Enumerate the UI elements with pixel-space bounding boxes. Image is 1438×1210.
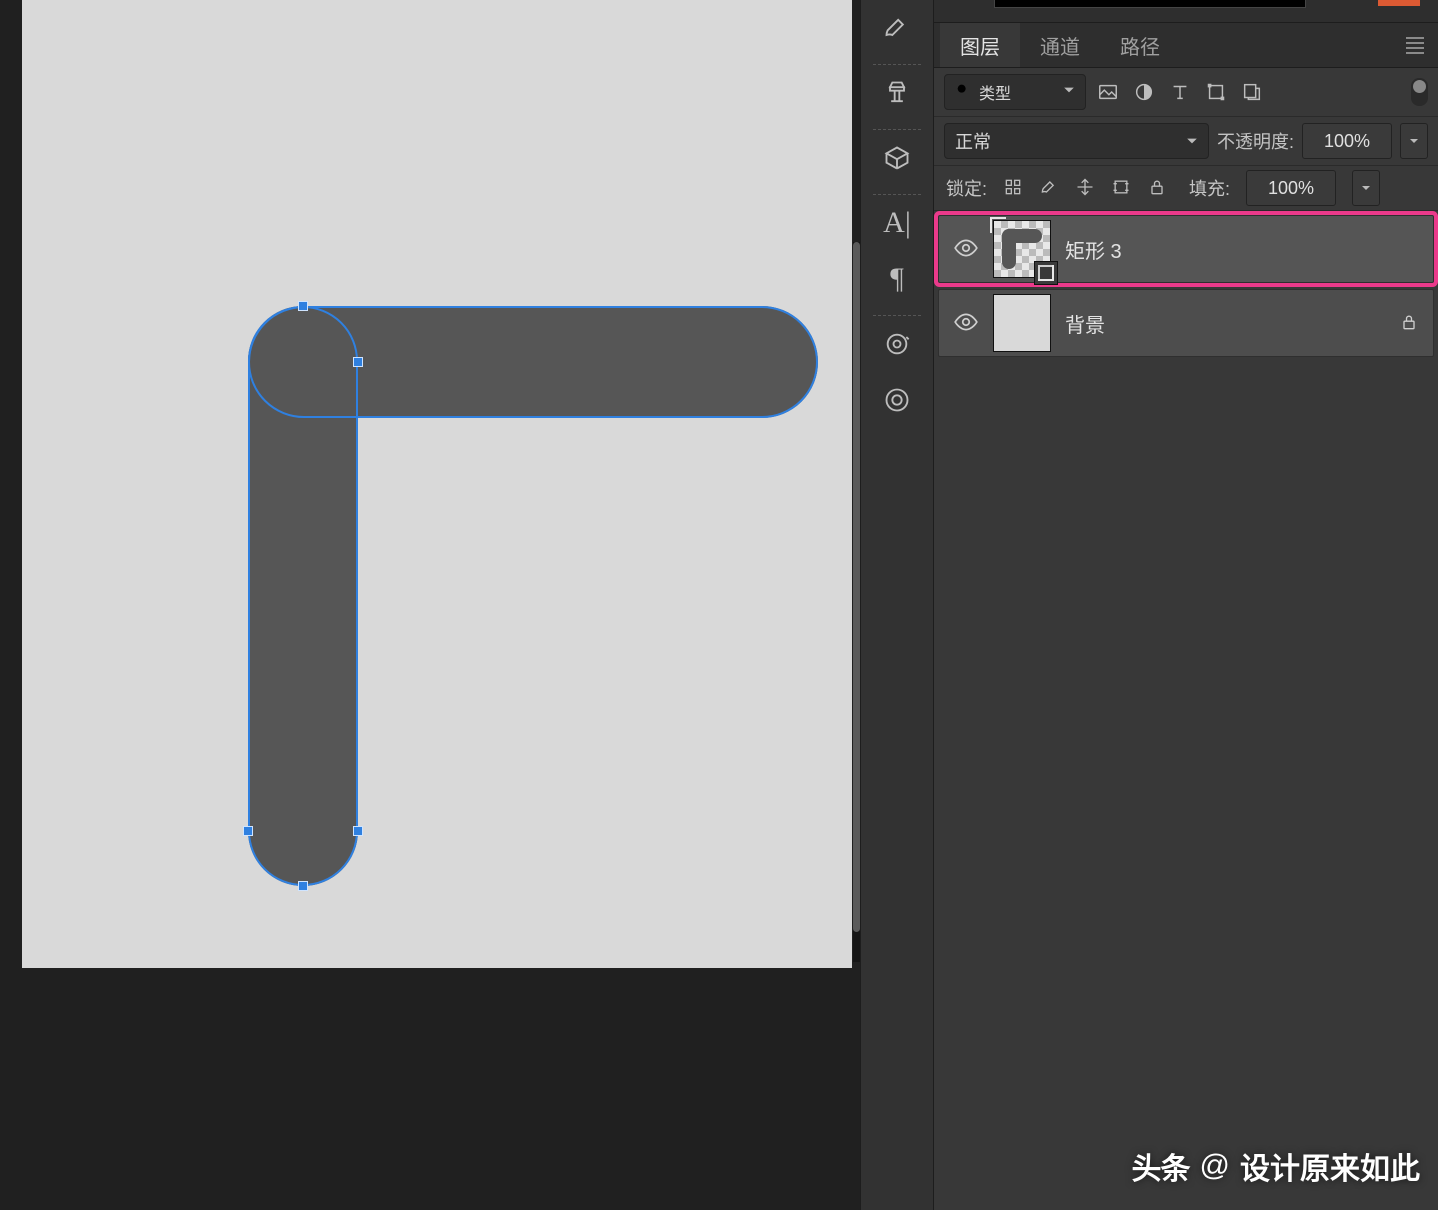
watermark-at: @ <box>1200 1149 1230 1183</box>
panel-menu-icon[interactable] <box>1402 33 1428 58</box>
anchor-handle[interactable] <box>353 826 363 836</box>
image-filter-icon[interactable] <box>1094 78 1122 106</box>
tab-layers[interactable]: 图层 <box>940 23 1020 67</box>
visibility-toggle-icon[interactable] <box>953 309 979 338</box>
watermark: 头条 @ 设计原来如此 <box>1132 1144 1420 1188</box>
opacity-input[interactable]: 100% <box>1302 123 1392 159</box>
filter-toggle[interactable] <box>1411 78 1428 106</box>
search-icon <box>955 82 971 103</box>
layer-thumbnail[interactable] <box>993 294 1051 352</box>
shape-filter-icon[interactable] <box>1202 78 1230 106</box>
adjust-filter-icon[interactable] <box>1130 78 1158 106</box>
tab-channels[interactable]: 通道 <box>1020 23 1100 67</box>
canvas-scrollbar-vertical[interactable] <box>853 242 860 962</box>
chevron-down-icon <box>1186 131 1198 152</box>
blend-mode-dropdown[interactable]: 正常 <box>944 123 1209 159</box>
anchor-handle[interactable] <box>243 826 253 836</box>
lock-label: 锁定: <box>946 175 987 201</box>
canvas[interactable] <box>22 0 852 968</box>
type-filter-icon[interactable] <box>1166 78 1194 106</box>
dock-paragraph-icon[interactable]: ¶ <box>861 251 933 307</box>
lock-all-icon[interactable] <box>1147 177 1167 200</box>
dock-target-icon[interactable] <box>861 316 933 372</box>
layer-name[interactable]: 矩形 3 <box>1065 235 1122 264</box>
lock-position-icon[interactable] <box>1075 177 1095 200</box>
shape-layer-badge-icon <box>1034 261 1058 285</box>
document-area <box>0 0 860 1210</box>
watermark-logo: 头条 <box>1132 1144 1190 1188</box>
opacity-label: 不透明度: <box>1217 128 1294 154</box>
gradient-preview[interactable] <box>994 0 1306 8</box>
smart-filter-icon[interactable] <box>1238 78 1266 106</box>
color-strip <box>934 0 1438 23</box>
dock-separator <box>873 121 921 130</box>
dock-character-icon[interactable]: A| <box>861 195 933 251</box>
lock-artboard-icon[interactable] <box>1111 177 1131 200</box>
dock-brush-icon[interactable] <box>861 0 933 56</box>
dock-separator <box>873 307 921 316</box>
layer-name[interactable]: 背景 <box>1065 309 1105 338</box>
opacity-value: 100% <box>1324 131 1370 152</box>
layer-list: 矩形 3 背景 <box>934 211 1438 357</box>
right-panel-column: 图层 通道 路径 类型 <box>934 0 1438 1210</box>
dock-separator <box>873 56 921 65</box>
lock-brush-icon[interactable] <box>1039 177 1059 200</box>
lock-icon[interactable] <box>1399 312 1419 335</box>
shape-rect-horizontal <box>248 306 818 418</box>
workspace: A| ¶ 图层 通道 路径 <box>0 0 1438 1210</box>
dock-3d-icon[interactable] <box>861 130 933 186</box>
dock-separator <box>873 186 921 195</box>
anchor-handle[interactable] <box>298 301 308 311</box>
anchor-handle[interactable] <box>298 881 308 891</box>
dock-cc-icon[interactable] <box>861 372 933 428</box>
fill-input[interactable]: 100% <box>1246 170 1336 206</box>
filter-kind-dropdown[interactable]: 类型 <box>944 74 1086 110</box>
panel-tab-bar: 图层 通道 路径 <box>934 23 1438 68</box>
watermark-handle: 设计原来如此 <box>1240 1144 1420 1188</box>
tab-paths[interactable]: 路径 <box>1100 23 1180 67</box>
layer-filter-row: 类型 <box>934 68 1438 117</box>
chevron-down-icon <box>1063 83 1075 101</box>
blend-opacity-row: 正常 不透明度: 100% <box>934 117 1438 166</box>
layer-row[interactable]: 矩形 3 <box>938 215 1434 283</box>
fill-value: 100% <box>1268 178 1314 199</box>
fill-dropdown[interactable] <box>1352 170 1380 206</box>
blend-mode-value: 正常 <box>955 128 991 154</box>
filter-kind-label: 类型 <box>979 80 1011 104</box>
layer-row[interactable]: 背景 <box>938 289 1434 357</box>
visibility-toggle-icon[interactable] <box>953 235 979 264</box>
dock-clone-icon[interactable] <box>861 65 933 121</box>
scrollbar-thumb[interactable] <box>853 242 860 932</box>
opacity-dropdown[interactable] <box>1400 123 1428 159</box>
swatch-foreground[interactable] <box>1378 0 1420 6</box>
panel-dock: A| ¶ <box>860 0 934 1210</box>
anchor-handle[interactable] <box>353 357 363 367</box>
layer-thumbnail[interactable] <box>993 220 1051 278</box>
lock-fill-row: 锁定: 填充: 100% <box>934 166 1438 211</box>
lock-pixels-icon[interactable] <box>1003 177 1023 200</box>
fill-label: 填充: <box>1189 175 1230 201</box>
